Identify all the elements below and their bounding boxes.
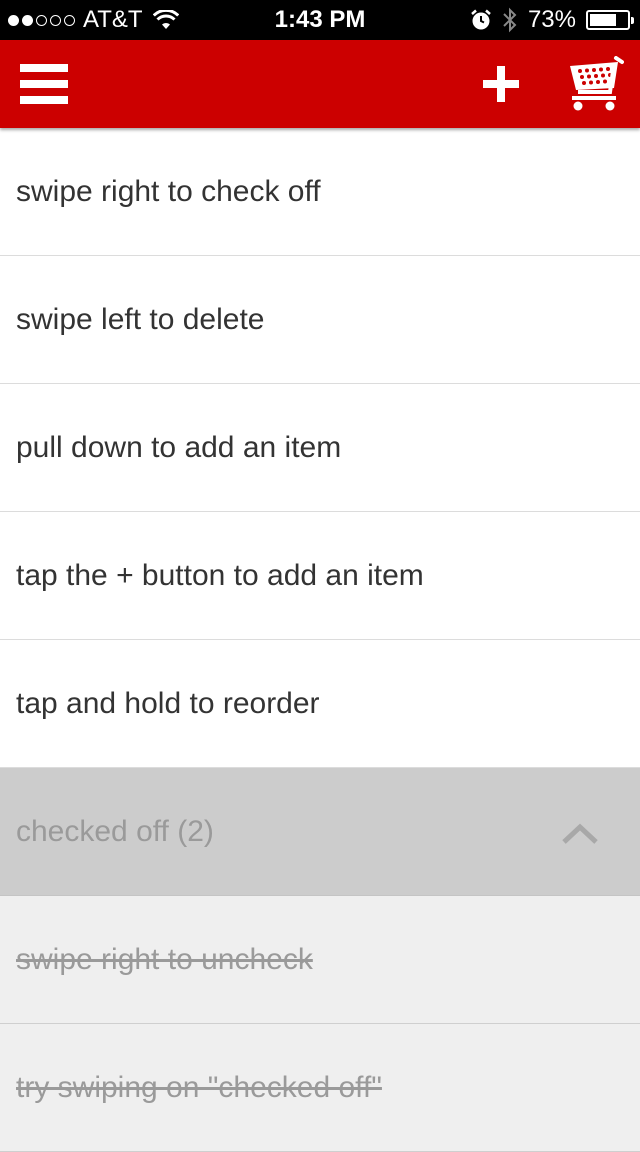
list-item[interactable]: tap the + button to add an item xyxy=(0,512,640,640)
battery-icon xyxy=(586,10,634,30)
list-item[interactable]: swipe left to delete xyxy=(0,256,640,384)
battery-percent: 73% xyxy=(527,6,576,33)
list-item-label: swipe right to check off xyxy=(16,174,321,208)
status-bar: AT&T 1:43 PM 73% xyxy=(0,0,640,40)
bluetooth-icon xyxy=(503,7,517,33)
checked-off-section-header[interactable]: checked off (2) xyxy=(0,768,640,896)
alarm-clock-icon xyxy=(471,9,491,30)
status-right: 73% xyxy=(470,0,634,40)
checked-list-item[interactable]: try swiping on "checked off" xyxy=(0,1024,640,1152)
plus-icon[interactable] xyxy=(476,64,526,104)
checked-item-label: swipe right to uncheck xyxy=(16,942,313,976)
list-item-label: tap the + button to add an item xyxy=(16,558,424,592)
status-left: AT&T xyxy=(8,0,179,40)
checked-item-label: try swiping on "checked off" xyxy=(16,1070,382,1104)
carrier-name: AT&T xyxy=(83,6,143,33)
battery-fill xyxy=(590,14,617,26)
list-item[interactable]: swipe right to check off xyxy=(0,128,640,256)
shopping-cart-icon[interactable] xyxy=(566,56,624,112)
app-header xyxy=(0,40,640,128)
checked-list-item[interactable]: swipe right to uncheck xyxy=(0,896,640,1024)
wifi-icon xyxy=(152,10,179,29)
shopping-list: swipe right to check off swipe left to d… xyxy=(0,128,640,1152)
list-item[interactable]: pull down to add an item xyxy=(0,384,640,512)
list-item-label: pull down to add an item xyxy=(16,430,342,464)
signal-strength-icon xyxy=(8,14,75,26)
checked-off-label: checked off (2) xyxy=(16,814,214,848)
hamburger-menu-icon[interactable] xyxy=(20,62,68,106)
list-item[interactable]: tap and hold to reorder xyxy=(0,640,640,768)
list-item-label: tap and hold to reorder xyxy=(16,686,320,720)
list-item-label: swipe left to delete xyxy=(16,302,265,336)
chevron-up-icon[interactable] xyxy=(562,822,598,846)
